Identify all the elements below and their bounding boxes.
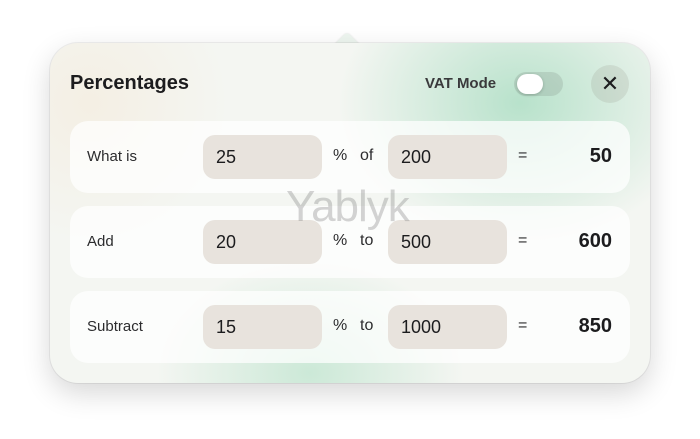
row-what-is: What is 25 % of 200 = 50 bbox=[70, 121, 630, 193]
equals-sign: = bbox=[518, 317, 528, 334]
vat-mode-label: VAT Mode bbox=[425, 75, 497, 92]
stage: Percentages VAT Mode ✕ What is 25 % of 2… bbox=[0, 0, 700, 439]
base-value-input[interactable]: 1000 bbox=[388, 305, 507, 349]
percent-input[interactable]: 25 bbox=[203, 135, 322, 179]
row-add: Add 20 % to 500 = 600 bbox=[70, 206, 630, 278]
result-value: 600 bbox=[578, 230, 612, 252]
toggle-knob bbox=[517, 74, 543, 94]
result-value: 850 bbox=[578, 315, 612, 337]
percentages-popover: Percentages VAT Mode ✕ What is 25 % of 2… bbox=[50, 43, 650, 383]
connector-word: to bbox=[360, 317, 374, 334]
row-subtract: Subtract 15 % to 1000 = 850 bbox=[70, 291, 630, 363]
base-value-input[interactable]: 500 bbox=[388, 220, 507, 264]
row-label: What is bbox=[87, 148, 138, 165]
close-button[interactable]: ✕ bbox=[591, 65, 629, 103]
base-value-input[interactable]: 200 bbox=[388, 135, 507, 179]
connector-word: to bbox=[360, 232, 374, 249]
equals-sign: = bbox=[518, 232, 528, 249]
percent-sign: % bbox=[333, 147, 348, 164]
row-label: Subtract bbox=[87, 318, 143, 335]
vat-mode-toggle[interactable] bbox=[514, 72, 563, 96]
percent-sign: % bbox=[333, 317, 348, 334]
row-label: Add bbox=[87, 233, 114, 250]
equals-sign: = bbox=[518, 147, 528, 164]
percent-input[interactable]: 20 bbox=[203, 220, 322, 264]
panel-title: Percentages bbox=[70, 72, 189, 94]
percent-input[interactable]: 15 bbox=[203, 305, 322, 349]
result-value: 50 bbox=[589, 145, 612, 167]
percent-sign: % bbox=[333, 232, 348, 249]
connector-word: of bbox=[360, 147, 374, 164]
close-icon: ✕ bbox=[600, 71, 620, 96]
